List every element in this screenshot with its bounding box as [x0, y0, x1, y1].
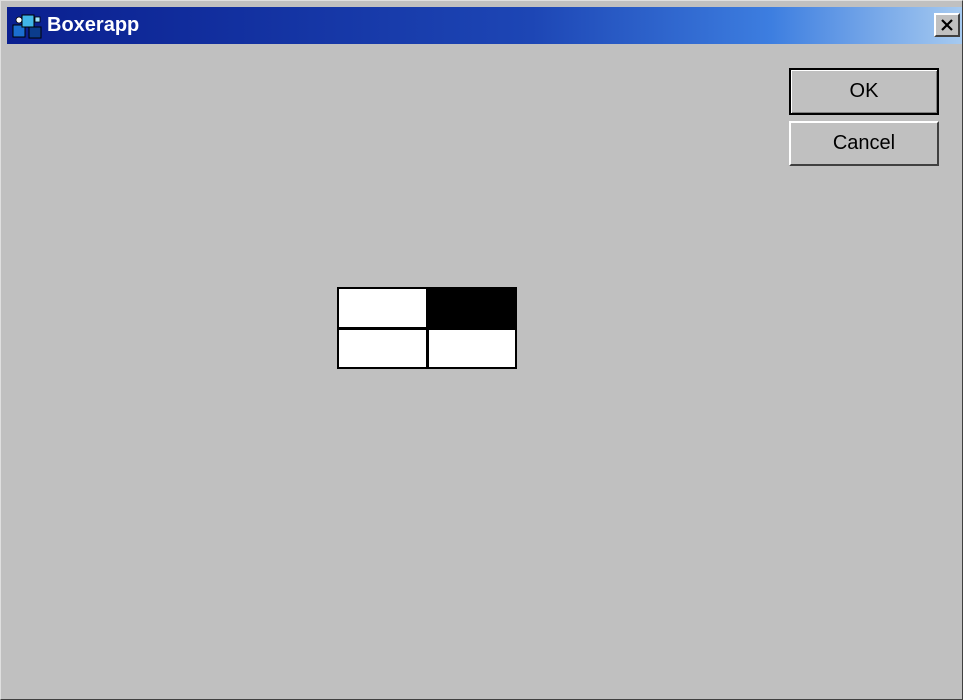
grid-cell-r1-c1[interactable] [428, 329, 515, 367]
window-title: Boxerapp [47, 14, 140, 36]
ok-button[interactable]: OK [789, 68, 939, 115]
grid-cell-r0-c1[interactable] [428, 289, 515, 327]
boxerapp-icon [12, 14, 42, 38]
dialog-client-area: OK Cancel [7, 45, 962, 699]
grid-cell-r0-c0[interactable] [339, 289, 426, 327]
close-button[interactable] [934, 13, 960, 37]
grid-cell-r1-c0[interactable] [339, 329, 426, 367]
title-bar[interactable]: Boxerapp [7, 7, 962, 44]
box-grid [337, 287, 517, 369]
close-icon [941, 19, 953, 31]
boxerapp-window: Boxerapp OK Cancel [0, 0, 963, 700]
cancel-button[interactable]: Cancel [789, 121, 939, 166]
